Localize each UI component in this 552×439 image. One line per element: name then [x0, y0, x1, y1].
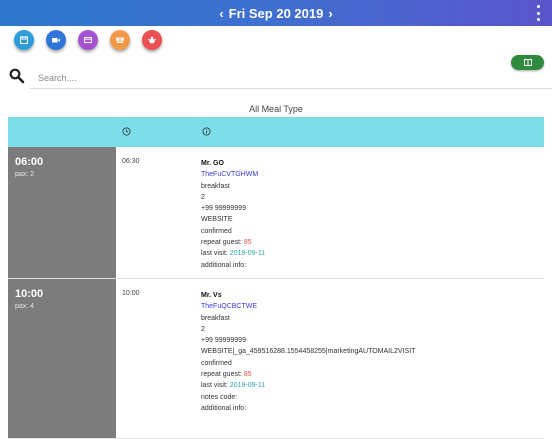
group-icon[interactable]: [110, 30, 130, 50]
video-icon[interactable]: [46, 30, 66, 50]
info-icon: [202, 127, 211, 136]
table-header: [8, 117, 544, 147]
last-visit: last visit: 2019-09-11: [201, 250, 266, 258]
reservation-info: Mr. GO TheFuCVTGHWM breakfast 2 +99 9999…: [197, 147, 544, 278]
phone-number: +99 99999999: [201, 337, 246, 345]
kebab-menu-icon[interactable]: [536, 5, 540, 21]
slot-pax: pax: 2: [15, 171, 35, 178]
time-slot: 06:00 pax: 2: [8, 147, 116, 278]
chevron-left-icon[interactable]: ‹: [218, 6, 224, 21]
meal-type: breakfast: [201, 182, 230, 190]
slot-time: 10:00: [15, 288, 44, 300]
reservation-code-link[interactable]: TheFuCVTGHWM: [201, 169, 540, 180]
meal-type: breakfast: [201, 314, 230, 322]
table-row[interactable]: 06:00 pax: 2 06:30 Mr. GO TheFuCVTGHWM b…: [8, 147, 544, 279]
top-bar: ‹ Fri Sep 20 2019 ›: [0, 0, 552, 26]
guest-name: Mr. Vs: [201, 292, 222, 299]
reservation-time: 10:00: [122, 290, 140, 297]
date-navigator: ‹ Fri Sep 20 2019 ›: [218, 6, 333, 21]
reservation-info: Mr. Vs TheFuQCBCTWE breakfast 2 +99 9999…: [197, 279, 544, 438]
bug-icon[interactable]: [142, 30, 162, 50]
slot-time: 06:00: [15, 156, 44, 168]
reservation-time: 06:30: [122, 158, 140, 165]
additional-info: additional info:: [201, 261, 247, 269]
repeat-guest: repeat guest: 85: [201, 239, 252, 247]
reservation-list: 06:00 pax: 2 06:30 Mr. GO TheFuCVTGHWM b…: [8, 147, 544, 439]
search-icon[interactable]: [9, 68, 25, 84]
notes-code: notes code:: [201, 393, 238, 401]
chevron-right-icon[interactable]: ›: [327, 6, 333, 21]
last-visit-date: 2019-09-11: [229, 250, 266, 258]
booking-source: WEBSITE|_ga_459516288.1554458255|marketi…: [201, 348, 416, 356]
repeat-count: 85: [243, 239, 252, 247]
reservation-status: confirmed: [201, 227, 232, 235]
list-icon: [523, 59, 532, 66]
guest-name: Mr. GO: [201, 160, 224, 167]
current-date[interactable]: Fri Sep 20 2019: [229, 6, 324, 21]
guest-count: 2: [201, 193, 205, 201]
calendar-icon[interactable]: [14, 30, 34, 50]
booking-source: WEBSITE: [201, 216, 233, 224]
repeat-count: 85: [243, 371, 252, 379]
additional-info: additional info:: [201, 404, 247, 412]
search-bar: [8, 66, 552, 92]
card-icon[interactable]: [78, 30, 98, 50]
meal-type-filter[interactable]: All Meal Type: [0, 104, 552, 114]
clock-icon: [122, 127, 131, 136]
repeat-guest: repeat guest: 85: [201, 371, 252, 379]
quick-actions: [14, 30, 162, 50]
reservation-code-link[interactable]: TheFuQCBCTWE: [201, 301, 540, 312]
slot-pax: pax: 4: [15, 303, 35, 310]
table-row[interactable]: 10:00 pax: 4 10:00 Mr. Vs TheFuQCBCTWE b…: [8, 279, 544, 439]
search-input[interactable]: [30, 67, 552, 89]
guest-count: 2: [201, 325, 205, 333]
time-slot: 10:00 pax: 4: [8, 279, 116, 438]
last-visit: last visit: 2019-09-11: [201, 382, 266, 390]
phone-number: +99 99999999: [201, 205, 246, 213]
last-visit-date: 2019-09-11: [229, 382, 266, 390]
reservation-status: confirmed: [201, 359, 232, 367]
